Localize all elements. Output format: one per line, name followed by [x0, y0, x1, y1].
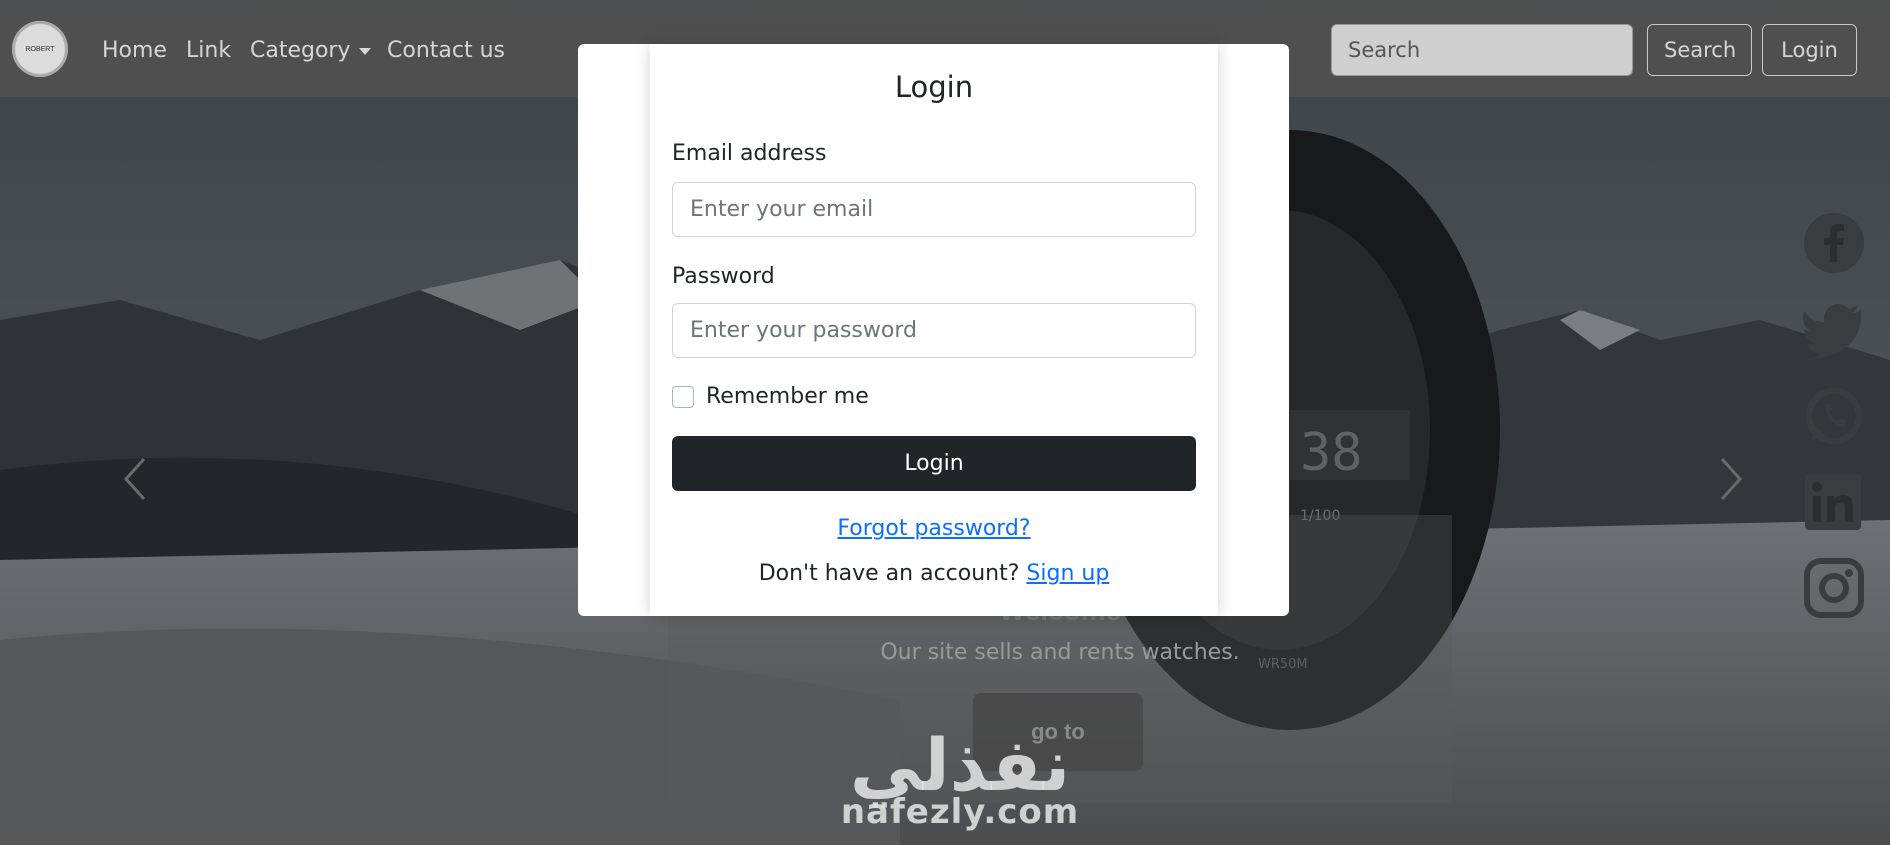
forgot-password-row: Forgot password?	[650, 516, 1218, 541]
signup-row: Don't have an account? Sign up	[650, 561, 1218, 586]
carousel-prev-button[interactable]	[122, 455, 148, 508]
nav-category-dropdown[interactable]: Category	[250, 38, 371, 63]
email-field[interactable]	[672, 182, 1196, 237]
linkedin-icon	[1805, 474, 1861, 530]
signup-link[interactable]: Sign up	[1026, 561, 1109, 586]
facebook-icon	[1804, 213, 1864, 273]
forgot-password-link[interactable]: Forgot password?	[837, 516, 1030, 541]
remember-me-label[interactable]: Remember me	[706, 384, 869, 409]
watermark-arabic-text: نفذلي	[849, 723, 1071, 807]
nafezly-watermark: نفذلي nafezly.com	[830, 723, 1090, 832]
whatsapp-icon	[1806, 388, 1862, 444]
social-whatsapp-link[interactable]	[1803, 385, 1865, 452]
social-instagram-link[interactable]	[1803, 557, 1865, 624]
search-input[interactable]	[1331, 24, 1633, 76]
login-submit-button[interactable]: Login	[672, 436, 1196, 491]
social-facebook-link[interactable]	[1803, 212, 1865, 279]
social-twitter-link[interactable]	[1803, 298, 1865, 365]
remember-me-checkbox[interactable]	[672, 386, 694, 408]
caption-text: Our site sells and rents watches.	[880, 640, 1240, 665]
chevron-left-icon	[123, 457, 146, 501]
twitter-icon	[1803, 304, 1861, 360]
chevron-right-icon	[1720, 457, 1743, 501]
email-label: Email address	[672, 141, 827, 166]
navbar-login-button[interactable]: Login	[1762, 24, 1857, 76]
modal-title: Login	[894, 70, 974, 104]
caret-down-icon	[358, 47, 371, 55]
nav-category-label: Category	[250, 38, 351, 63]
no-account-text: Don't have an account?	[758, 561, 1020, 586]
search-button[interactable]: Search	[1647, 24, 1752, 76]
watermark-latin-text: nafezly.com	[840, 792, 1080, 832]
social-linkedin-link[interactable]	[1803, 472, 1865, 539]
instagram-icon	[1804, 558, 1864, 618]
logo-text: ROBERT	[25, 45, 55, 53]
login-card: Login Email address Password Remember me…	[650, 44, 1218, 616]
password-label: Password	[672, 264, 775, 289]
nav-home[interactable]: Home	[102, 38, 167, 63]
brand-logo[interactable]: ROBERT	[12, 21, 68, 77]
password-field[interactable]	[672, 303, 1196, 358]
carousel-next-button[interactable]	[1718, 455, 1744, 508]
login-modal: Login Email address Password Remember me…	[578, 44, 1289, 616]
svg-text:38: 38	[1300, 423, 1363, 483]
nav-link[interactable]: Link	[186, 38, 231, 63]
nav-contact[interactable]: Contact us	[387, 38, 505, 63]
